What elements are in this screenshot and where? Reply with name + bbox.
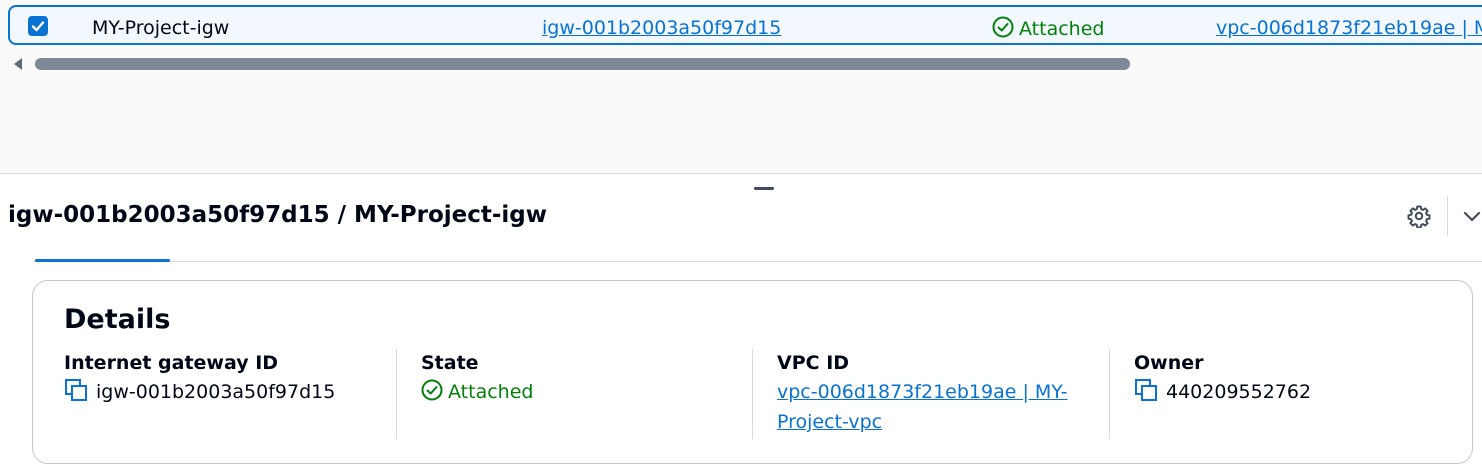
- field-value-row: 440209552762: [1134, 377, 1311, 407]
- details-heading: Details: [64, 304, 171, 335]
- tab-details-active-indicator[interactable]: [35, 259, 170, 262]
- chevron-down-icon[interactable]: [1462, 206, 1482, 226]
- table-area: MY-Project-igw igw-001b2003a50f97d15 Att…: [0, 0, 1482, 174]
- copy-icon[interactable]: [1134, 378, 1158, 402]
- field-label: State: [421, 352, 479, 374]
- success-check-icon: [992, 16, 1014, 38]
- table-row-selected[interactable]: MY-Project-igw igw-001b2003a50f97d15 Att…: [8, 5, 1482, 45]
- column-divider: [1109, 349, 1110, 439]
- field-state: State Attached: [421, 349, 533, 407]
- field-label: VPC ID: [777, 352, 850, 374]
- header-divider: [1447, 196, 1448, 236]
- field-internet-gateway-id: Internet gateway ID igw-001b2003a50f97d1…: [64, 349, 335, 407]
- horizontal-scrollbar[interactable]: [35, 58, 1130, 70]
- row-checkbox[interactable]: [28, 16, 48, 36]
- scroll-left-arrow-icon[interactable]: [14, 58, 22, 70]
- field-value-row: Attached: [421, 377, 533, 407]
- field-label: Internet gateway ID: [64, 352, 279, 374]
- success-check-icon: [421, 379, 443, 401]
- field-label: Owner: [1134, 352, 1204, 374]
- field-value: Attached: [448, 381, 534, 403]
- split-panel-resize-handle[interactable]: [754, 187, 774, 190]
- column-divider: [752, 349, 753, 439]
- checkmark-icon: [31, 21, 45, 32]
- field-value-row: igw-001b2003a50f97d15: [64, 377, 335, 407]
- row-state-text: Attached: [1019, 18, 1105, 40]
- row-gateway-id-link[interactable]: igw-001b2003a50f97d15: [542, 16, 781, 40]
- split-panel-title: igw-001b2003a50f97d15 / MY-Project-igw: [8, 202, 548, 228]
- field-owner: Owner 440209552762: [1134, 349, 1311, 407]
- field-value: igw-001b2003a50f97d15: [96, 381, 336, 403]
- details-card: Details Internet gateway ID igw-001b2003…: [32, 280, 1473, 464]
- field-vpc-id: VPC ID vpc-006d1873f21eb19ae | MY- Proje…: [777, 349, 1068, 437]
- vpc-id-link-line1: vpc-006d1873f21eb19ae | MY-: [777, 381, 1068, 403]
- vpc-id-link-line2: Project-vpc: [777, 411, 883, 433]
- copy-icon[interactable]: [64, 378, 88, 402]
- gear-icon[interactable]: [1407, 204, 1431, 228]
- row-vpc-link[interactable]: vpc-006d1873f21eb19ae | M: [1216, 16, 1482, 40]
- field-value: 440209552762: [1166, 381, 1312, 403]
- tabs-divider: [33, 261, 1482, 262]
- row-name-cell: MY-Project-igw: [92, 17, 230, 39]
- vpc-id-link[interactable]: vpc-006d1873f21eb19ae | MY- Project-vpc: [777, 377, 1068, 437]
- row-state-cell: Attached: [992, 16, 1104, 41]
- column-divider: [396, 349, 397, 439]
